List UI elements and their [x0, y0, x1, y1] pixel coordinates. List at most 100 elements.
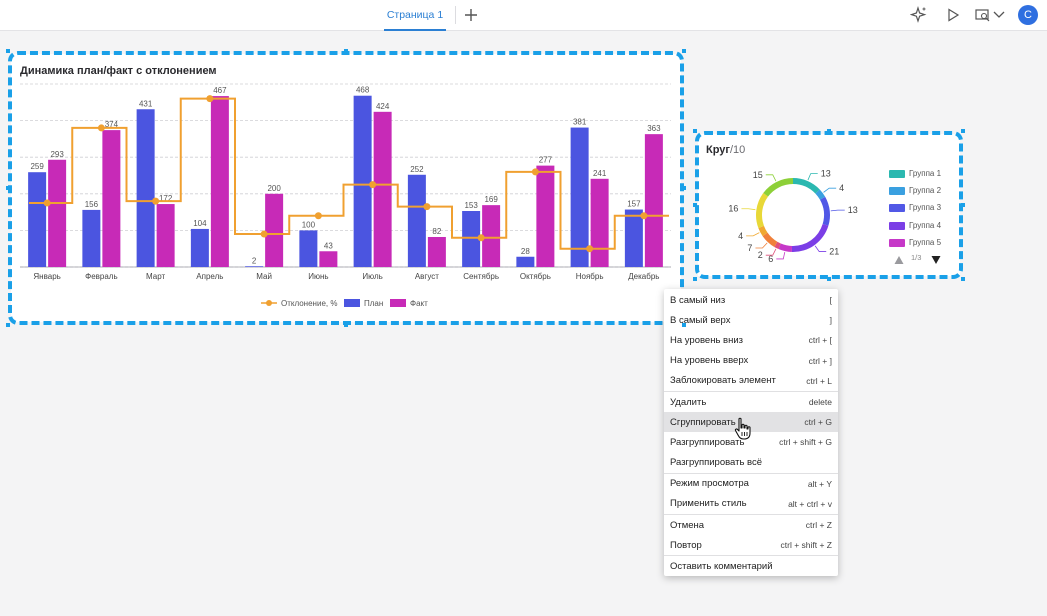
bar-fact[interactable]	[427, 236, 446, 267]
donut-slice[interactable]	[791, 224, 829, 252]
donut-slice[interactable]	[820, 196, 830, 226]
resize-handle[interactable]	[682, 323, 686, 327]
context-menu-item[interactable]: Удалить delete	[664, 392, 838, 412]
resize-handle[interactable]	[827, 277, 831, 281]
data-label: 156	[85, 200, 99, 209]
menu-item-label: В самый низ	[670, 294, 726, 306]
resize-handle[interactable]	[682, 186, 686, 190]
bar-plan[interactable]	[82, 209, 101, 267]
legend-item: Группа 2	[889, 186, 941, 195]
bar-fact[interactable]	[482, 205, 501, 267]
data-label: 363	[647, 124, 661, 133]
legend-label: План	[364, 299, 383, 308]
tick-label: Октябрь	[520, 272, 551, 281]
bar-fact[interactable]	[536, 165, 555, 267]
resize-handle[interactable]	[6, 49, 10, 53]
tick-label: Декабрь	[628, 272, 659, 281]
bar-fact[interactable]	[644, 134, 663, 267]
bar-fact[interactable]	[590, 178, 609, 267]
bar-plan[interactable]	[353, 95, 372, 267]
bar-fact[interactable]	[48, 159, 67, 267]
legend-swatch	[344, 299, 360, 307]
context-menu-item[interactable]: Отмена ctrl + Z	[664, 515, 838, 535]
context-menu-item[interactable]: На уровень вверх ctrl + ]	[664, 351, 838, 371]
resize-handle[interactable]	[961, 277, 965, 281]
bar-plan[interactable]	[299, 230, 318, 267]
donut-chart-widget[interactable]: Круг/10 13 4 13 21 6 2 7 4 16 15 Группа 1 Группа …	[698, 134, 960, 276]
deviation-point[interactable]	[477, 234, 485, 242]
context-menu-item[interactable]: Разгруппировать ctrl + shift + G	[664, 432, 838, 452]
resize-handle[interactable]	[961, 203, 965, 207]
context-menu-item[interactable]: Сгруппировать ctrl + G	[664, 412, 838, 433]
deviation-point[interactable]	[531, 168, 539, 176]
bar-plan[interactable]	[407, 174, 426, 267]
sparkle-icon[interactable]	[909, 5, 929, 25]
context-menu-item[interactable]: На уровень вниз ctrl + [	[664, 330, 838, 350]
deviation-point[interactable]	[152, 197, 160, 205]
resize-handle[interactable]	[344, 49, 348, 53]
resize-handle[interactable]	[682, 49, 686, 53]
deviation-point[interactable]	[423, 203, 431, 211]
context-menu-item[interactable]: Применить стиль alt + ctrl + v	[664, 494, 838, 514]
bar-fact[interactable]	[156, 204, 175, 267]
context-menu-item[interactable]: В самый низ [	[664, 290, 838, 310]
deviation-point[interactable]	[369, 181, 377, 189]
context-menu-item[interactable]: Разгруппировать всё	[664, 453, 838, 473]
context-menu: В самый низ [ В самый верх] На уровень вниз…	[664, 289, 838, 576]
deviation-point[interactable]	[97, 124, 105, 132]
resize-handle[interactable]	[693, 277, 697, 281]
data-label: 200	[267, 184, 281, 193]
pager-up-icon[interactable]	[894, 252, 904, 264]
resize-handle[interactable]	[693, 203, 697, 207]
bar-plan[interactable]	[624, 209, 643, 267]
deviation-point[interactable]	[43, 199, 51, 207]
resize-handle[interactable]	[827, 129, 831, 133]
deviation-point[interactable]	[260, 230, 268, 238]
resize-handle[interactable]	[6, 323, 10, 327]
bar-chart-widget[interactable]: Динамика план/факт с отклонением 259 293 Я…	[11, 54, 681, 322]
bar-plan[interactable]	[190, 228, 209, 267]
deviation-point[interactable]	[206, 95, 214, 103]
resize-handle[interactable]	[344, 323, 348, 327]
menu-item-shortcut: delete	[808, 397, 832, 408]
plus-icon[interactable]	[461, 5, 481, 25]
menu-item-shortcut: alt + ctrl + v	[788, 498, 832, 509]
resize-handle[interactable]	[6, 186, 10, 190]
donut-slice[interactable]	[763, 178, 793, 197]
context-menu-item[interactable]: Режим просмотра alt + Y	[664, 474, 838, 494]
deviation-point[interactable]	[640, 212, 648, 220]
bar-plan[interactable]	[462, 211, 481, 267]
play-icon[interactable]	[944, 5, 962, 25]
avatar[interactable]: С	[1018, 5, 1038, 25]
tab-page-1[interactable]: Страница 1	[384, 0, 446, 31]
chevron-down-icon[interactable]	[992, 5, 1006, 25]
context-menu-item[interactable]: Повтор ctrl + shift + Z	[664, 535, 838, 555]
preview-icon[interactable]	[974, 5, 992, 25]
menu-item-shortcut: [	[829, 295, 832, 306]
donut-slice[interactable]	[756, 192, 769, 228]
bar-plan[interactable]	[570, 127, 589, 267]
bar-plan[interactable]	[516, 256, 535, 267]
bar-fact[interactable]	[210, 96, 229, 267]
pager-down-icon[interactable]	[931, 252, 941, 264]
context-menu-item[interactable]: Заблокировать элемент ctrl + L	[664, 371, 838, 391]
bar-fact[interactable]	[265, 193, 284, 267]
bar-fact[interactable]	[102, 130, 121, 267]
context-menu-item[interactable]: Оставить комментарий	[664, 556, 838, 576]
menu-item-label: Повтор	[670, 539, 702, 551]
leader-line	[807, 173, 818, 181]
deviation-point[interactable]	[314, 212, 322, 220]
bar-plan[interactable]	[28, 172, 47, 267]
bar-plan[interactable]	[245, 266, 264, 267]
resize-handle[interactable]	[693, 129, 697, 133]
resize-handle[interactable]	[961, 129, 965, 133]
data-label: 13	[848, 205, 858, 215]
bar-plan[interactable]	[136, 109, 155, 267]
deviation-point[interactable]	[586, 245, 594, 253]
context-menu-item[interactable]: В самый верх]	[664, 310, 838, 330]
donut-slice[interactable]	[762, 232, 778, 247]
bar-fact[interactable]	[373, 111, 392, 267]
donut-slice[interactable]	[793, 178, 820, 194]
bar-fact[interactable]	[319, 251, 338, 267]
donut-slice[interactable]	[778, 243, 793, 252]
